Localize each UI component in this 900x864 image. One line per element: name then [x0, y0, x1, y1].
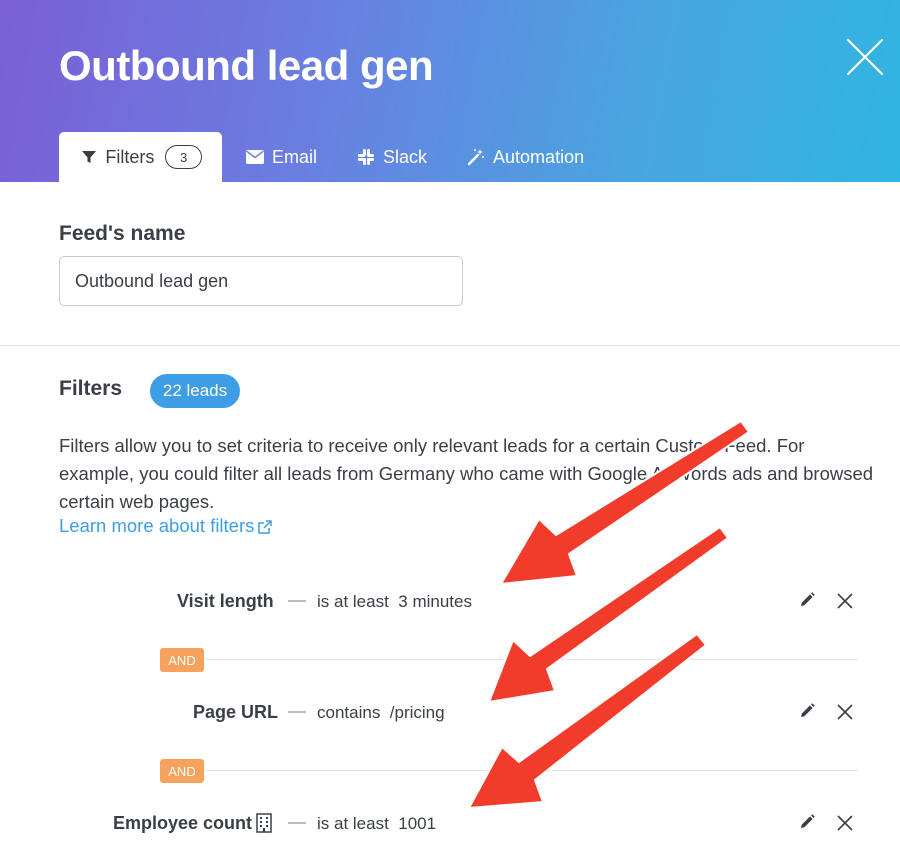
- filter-condition: is at least 3 minutes: [317, 592, 472, 612]
- filter-count-badge: 3: [165, 145, 202, 169]
- separator-line: [205, 770, 858, 771]
- section-divider: [0, 345, 900, 346]
- pencil-icon[interactable]: [798, 702, 816, 720]
- tab-bar: Filters 3 Email Slack Automation: [59, 132, 604, 182]
- filter-row: Visit length is at least 3 minutes: [0, 581, 900, 621]
- and-badge: AND: [160, 759, 204, 783]
- filter-value: 3 minutes: [398, 592, 472, 611]
- filter-icon: [80, 148, 97, 166]
- tab-filters[interactable]: Filters 3: [59, 132, 222, 182]
- tab-label: Automation: [493, 146, 585, 167]
- filter-field: Visit length: [177, 591, 274, 611]
- feed-name-label: Feed's name: [59, 222, 186, 245]
- feed-name-input[interactable]: [59, 256, 463, 306]
- filter-condition: is at least 1001: [317, 814, 436, 834]
- filter-row: Page URL contains /pricing: [0, 692, 900, 732]
- tab-slack[interactable]: Slack: [337, 132, 447, 182]
- filter-condition: contains /pricing: [317, 703, 445, 723]
- tab-email[interactable]: Email: [226, 132, 337, 182]
- pencil-icon[interactable]: [798, 591, 816, 609]
- filter-operator: contains: [317, 703, 381, 722]
- remove-filter-icon[interactable]: [836, 592, 854, 610]
- magic-wand-icon: [467, 148, 485, 166]
- learn-more-label: Learn more about filters: [59, 515, 255, 536]
- learn-more-link[interactable]: Learn more about filters: [59, 515, 273, 537]
- filter-operator: is at least: [317, 592, 389, 611]
- tab-label: Slack: [383, 146, 428, 167]
- remove-filter-icon[interactable]: [836, 703, 854, 721]
- filter-dash: [288, 822, 306, 824]
- tab-label: Filters: [105, 146, 155, 167]
- filter-field: Page URL: [193, 702, 279, 722]
- filter-value: /pricing: [389, 703, 445, 722]
- tab-automation[interactable]: Automation: [447, 132, 604, 182]
- building-icon: [256, 813, 272, 833]
- filters-description: Filters allow you to set criteria to rec…: [59, 435, 874, 512]
- and-separator: AND: [160, 648, 860, 672]
- modal-header: Outbound lead gen Filters 3 Email Slack …: [0, 0, 900, 182]
- separator-line: [205, 659, 858, 660]
- filter-row: Employee count is at least 1001: [0, 803, 900, 843]
- filter-dash: [288, 711, 306, 713]
- close-icon[interactable]: [846, 38, 884, 76]
- pencil-icon[interactable]: [798, 813, 816, 831]
- tab-label: Email: [272, 146, 318, 167]
- filter-dash: [288, 600, 306, 602]
- filter-field: Employee count: [113, 813, 253, 833]
- leads-count-badge: 22 leads: [150, 374, 240, 408]
- envelope-icon: [246, 148, 264, 166]
- remove-filter-icon[interactable]: [836, 814, 854, 832]
- filter-value: 1001: [398, 814, 437, 833]
- page-title: Outbound lead gen: [59, 42, 434, 89]
- filters-heading: Filters: [59, 377, 123, 400]
- slack-icon: [357, 148, 375, 166]
- and-badge: AND: [160, 648, 204, 672]
- filter-operator: is at least: [317, 814, 389, 833]
- and-separator: AND: [160, 759, 860, 783]
- external-link-icon: [257, 518, 273, 534]
